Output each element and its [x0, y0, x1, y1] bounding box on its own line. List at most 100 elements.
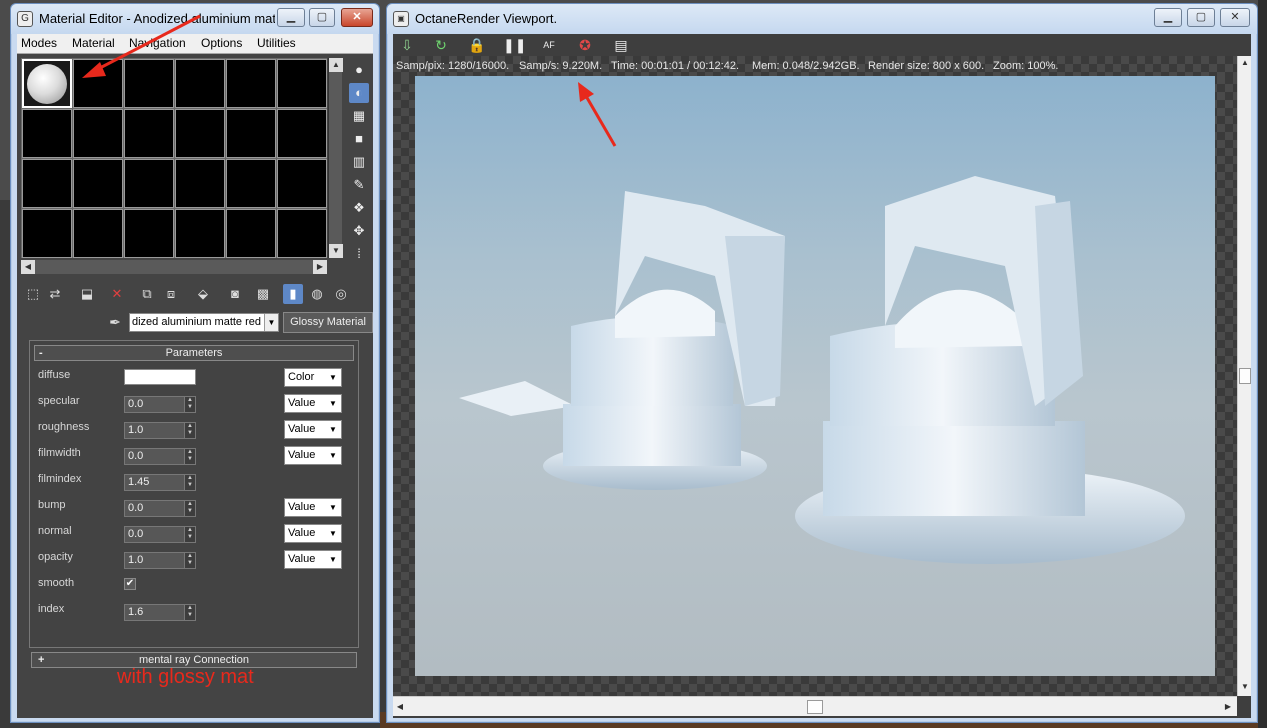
sample-slot[interactable] [22, 159, 72, 208]
background-icon[interactable]: ▦ [349, 106, 369, 126]
specular-mode-dropdown[interactable]: Value ▼ [284, 394, 342, 413]
select-by-material-icon[interactable]: ✥ [349, 221, 369, 241]
sample-slot[interactable] [22, 209, 72, 258]
spinner-arrows-icon[interactable]: ▲ ▼ [184, 526, 196, 543]
sample-slot[interactable] [73, 159, 123, 208]
lock-icon[interactable]: 🔒 [467, 35, 487, 55]
material-type-button[interactable]: Glossy Material [283, 312, 373, 333]
close-button[interactable]: ✕ [1220, 8, 1250, 27]
roughness-mode-dropdown[interactable]: Value ▼ [284, 420, 342, 439]
pause-icon[interactable]: ❚❚ [503, 35, 526, 55]
auto-focus-icon[interactable]: AF [539, 35, 559, 55]
slots-horizontal-scrollbar[interactable]: ◀ ▶ [21, 260, 327, 274]
sample-slot[interactable] [73, 109, 123, 158]
menu-utilities[interactable]: Utilities [257, 36, 296, 50]
go-forward-to-sibling-icon[interactable]: ◎ [331, 284, 351, 304]
material-id-channel-icon[interactable]: ⬙ [193, 284, 213, 304]
render-output-image[interactable] [415, 76, 1215, 676]
scrollbar-thumb[interactable] [1239, 368, 1251, 384]
scroll-up-arrow-icon[interactable]: ▲ [329, 58, 343, 72]
pick-material-eyedropper-icon[interactable]: ✒ [105, 312, 125, 332]
sample-slot[interactable] [22, 109, 72, 158]
sample-slot[interactable] [226, 209, 276, 258]
maximize-button[interactable]: ▢ [309, 8, 335, 27]
get-material-icon[interactable]: ⬚ [23, 284, 43, 304]
maximize-button[interactable]: ▢ [1187, 8, 1215, 27]
diffuse-mode-dropdown[interactable]: Color ▼ [284, 368, 342, 387]
spinner-arrows-icon[interactable]: ▲ ▼ [184, 604, 196, 621]
uv-tiling-icon[interactable]: ■ [349, 129, 369, 149]
sample-slot[interactable] [73, 59, 123, 108]
viewport-titlebar[interactable]: ▣ OctaneRender Viewport. ▁ ▢ ✕ [387, 4, 1257, 34]
scroll-left-arrow-icon[interactable]: ◀ [21, 260, 35, 274]
sample-slot[interactable] [175, 159, 225, 208]
scroll-down-arrow-icon[interactable]: ▼ [1238, 680, 1252, 694]
normal-mode-dropdown[interactable]: Value ▼ [284, 524, 342, 543]
scroll-right-arrow-icon[interactable]: ▶ [313, 260, 327, 274]
spinner-arrows-icon[interactable]: ▲ ▼ [184, 448, 196, 465]
menu-navigation[interactable]: Navigation [129, 36, 186, 50]
material-navigator-icon[interactable]: ⁞ [349, 244, 369, 264]
sample-slot[interactable] [124, 209, 174, 258]
video-color-check-icon[interactable]: ▥ [349, 152, 369, 172]
spinner-arrows-icon[interactable]: ▲ ▼ [184, 396, 196, 413]
material-editor-titlebar[interactable]: G Material Editor - Anodized aluminium m… [11, 4, 379, 34]
slots-vertical-scrollbar[interactable]: ▲ ▼ [328, 58, 343, 258]
spinner-arrows-icon[interactable]: ▲ ▼ [184, 500, 196, 517]
scrollbar-thumb[interactable] [807, 700, 823, 714]
make-unique-icon[interactable]: ⧉ [137, 284, 157, 304]
spinner-arrows-icon[interactable]: ▲ ▼ [184, 552, 196, 569]
parameters-rollout-header[interactable]: - Parameters [34, 345, 354, 361]
viewport-vertical-scrollbar[interactable]: ▲ ▼ [1237, 56, 1251, 696]
assign-to-selection-icon[interactable]: ⬓ [77, 284, 97, 304]
viewport-settings-icon[interactable]: ▤ [611, 35, 631, 55]
viewport-horizontal-scrollbar[interactable]: ◀ ▶ [393, 696, 1237, 716]
material-name-field[interactable]: dized aluminium matte red ▼ [129, 313, 279, 332]
menu-material[interactable]: Material [72, 36, 115, 50]
show-end-result-icon[interactable]: ▮ [283, 284, 303, 304]
send-scene-icon[interactable]: ⇩ [397, 35, 417, 55]
show-shaded-icon[interactable]: ▩ [253, 284, 273, 304]
restart-render-icon[interactable]: ↻ [431, 35, 451, 55]
show-map-icon[interactable]: ◙ [225, 284, 245, 304]
scroll-right-arrow-icon[interactable]: ▶ [1221, 700, 1235, 714]
minimize-button[interactable]: ▁ [277, 8, 305, 27]
sample-slot[interactable] [226, 159, 276, 208]
filmwidth-mode-dropdown[interactable]: Value ▼ [284, 446, 342, 465]
menu-options[interactable]: Options [201, 36, 242, 50]
sample-type-icon[interactable]: ● [349, 60, 369, 80]
stop-render-icon[interactable]: ✪ [575, 35, 595, 55]
diffuse-color-swatch[interactable] [124, 369, 196, 385]
chevron-down-icon[interactable]: ▼ [264, 314, 278, 331]
scroll-left-arrow-icon[interactable]: ◀ [393, 700, 407, 714]
make-preview-icon[interactable]: ✎ [349, 175, 369, 195]
sample-slot[interactable] [175, 209, 225, 258]
close-button[interactable]: ✕ [341, 8, 373, 27]
spinner-arrows-icon[interactable]: ▲ ▼ [184, 422, 196, 439]
sample-slot[interactable] [277, 159, 327, 208]
opacity-mode-dropdown[interactable]: Value ▼ [284, 550, 342, 569]
sample-slot[interactable] [175, 109, 225, 158]
scroll-up-arrow-icon[interactable]: ▲ [1238, 56, 1252, 70]
put-to-scene-icon[interactable]: ⇄ [45, 284, 65, 304]
sample-slot[interactable] [73, 209, 123, 258]
sample-slot[interactable] [175, 59, 225, 108]
minimize-button[interactable]: ▁ [1154, 8, 1182, 27]
reset-map-icon[interactable]: ✕ [107, 284, 127, 304]
go-to-parent-icon[interactable]: ◍ [307, 284, 327, 304]
options-icon[interactable]: ❖ [349, 198, 369, 218]
sample-slot[interactable] [124, 59, 174, 108]
bump-mode-dropdown[interactable]: Value ▼ [284, 498, 342, 517]
sample-slot[interactable] [277, 59, 327, 108]
scroll-down-arrow-icon[interactable]: ▼ [329, 244, 343, 258]
spinner-arrows-icon[interactable]: ▲ ▼ [184, 474, 196, 491]
sample-slot[interactable] [277, 109, 327, 158]
sample-slot[interactable] [226, 59, 276, 108]
sample-slot[interactable] [124, 109, 174, 158]
put-to-library-icon[interactable]: ⧈ [161, 284, 181, 304]
sample-slot[interactable] [226, 109, 276, 158]
sample-slot[interactable] [124, 159, 174, 208]
smooth-checkbox[interactable]: ✔ [124, 578, 136, 590]
sample-slot[interactable] [277, 209, 327, 258]
sample-slot-selected[interactable] [22, 59, 72, 108]
